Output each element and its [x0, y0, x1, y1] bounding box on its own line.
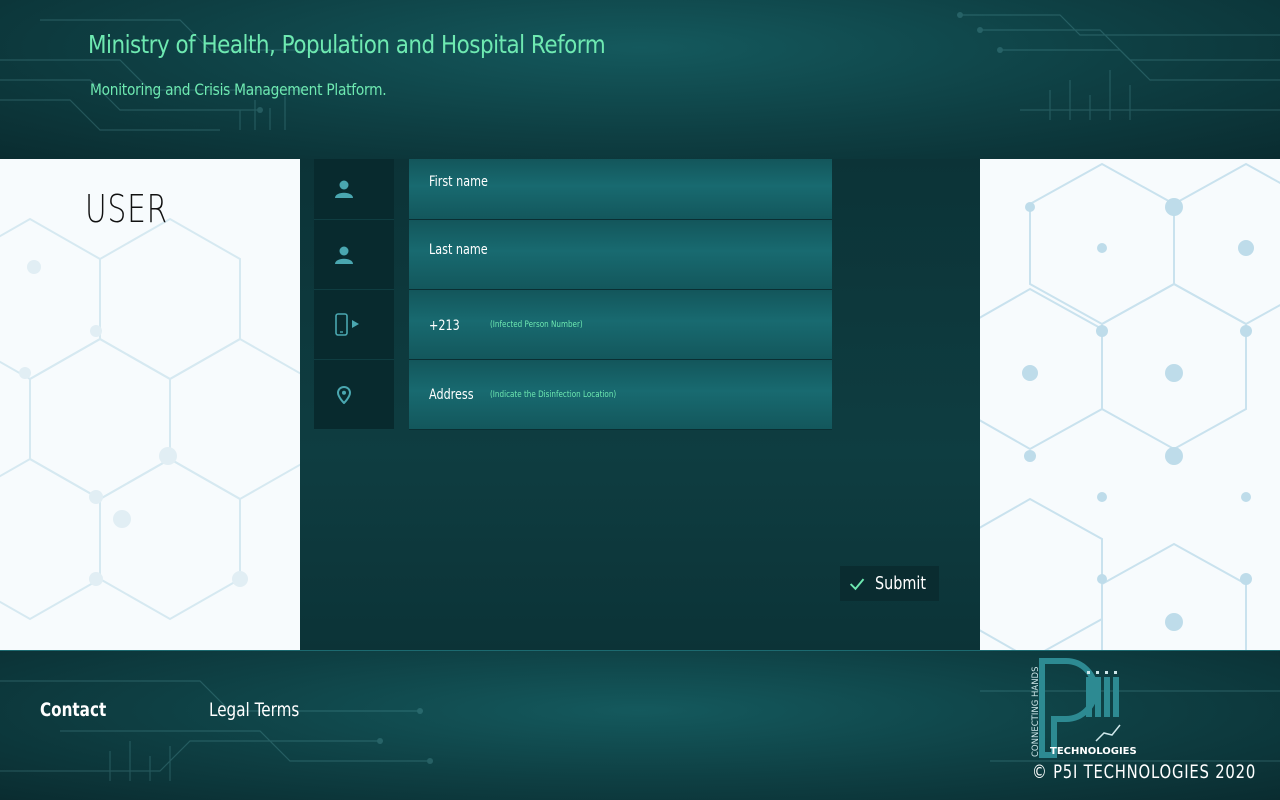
submit-button[interactable]: Submit — [840, 566, 939, 601]
company-logo: CONNECTING HANDS TECHNOLOGIES — [1031, 658, 1137, 758]
address-icon-cell — [314, 360, 394, 430]
section-heading: USER — [85, 187, 168, 231]
legal-terms-link[interactable]: Legal Terms — [209, 699, 299, 721]
phone-number-field[interactable]: +213 (Infected Person Number) — [409, 290, 832, 360]
left-panel: USER — [0, 159, 300, 650]
checkmark-icon — [849, 578, 865, 590]
phone-prefix-label: +213 — [429, 318, 460, 334]
right-panel — [980, 159, 1280, 650]
phone-icon — [335, 312, 359, 336]
address-hint: (Indicate the Disinfection Location) — [490, 390, 617, 400]
last-name-field[interactable]: Last name — [409, 220, 832, 290]
page-subtitle: Monitoring and Crisis Management Platfor… — [90, 80, 387, 99]
page-header: Ministry of Health, Population and Hospi… — [0, 0, 1280, 159]
page-title: Ministry of Health, Population and Hospi… — [88, 30, 606, 59]
contact-link[interactable]: Contact — [40, 699, 106, 721]
logo-word: TECHNOLOGIES — [1050, 746, 1137, 757]
last-name-label: Last name — [429, 242, 488, 258]
page-footer: Contact Legal Terms CONNECTING HANDS TEC… — [0, 650, 1280, 800]
first-name-icon-cell — [314, 159, 394, 220]
field-icon-column — [314, 159, 394, 430]
last-name-icon-cell — [314, 220, 394, 290]
user-icon — [335, 180, 353, 198]
form-fields: First name Last name +213 (Infected Pers… — [409, 159, 832, 430]
form-panel: First name Last name +213 (Infected Pers… — [300, 159, 980, 650]
first-name-field[interactable]: First name — [409, 159, 832, 220]
phone-icon-cell — [314, 290, 394, 360]
user-icon — [335, 246, 353, 264]
copyright-text: © P5I TECHNOLOGIES 2020 — [1032, 761, 1257, 783]
address-label: Address — [429, 387, 474, 403]
hexagon-network-decoration — [980, 162, 1280, 650]
submit-label: Submit — [875, 573, 927, 594]
address-field[interactable]: Address (Indicate the Disinfection Locat… — [409, 360, 832, 430]
first-name-label: First name — [429, 174, 488, 190]
location-pin-icon — [337, 385, 351, 404]
phone-hint: (Infected Person Number) — [490, 320, 583, 330]
hexagon-network-decoration — [0, 217, 300, 621]
